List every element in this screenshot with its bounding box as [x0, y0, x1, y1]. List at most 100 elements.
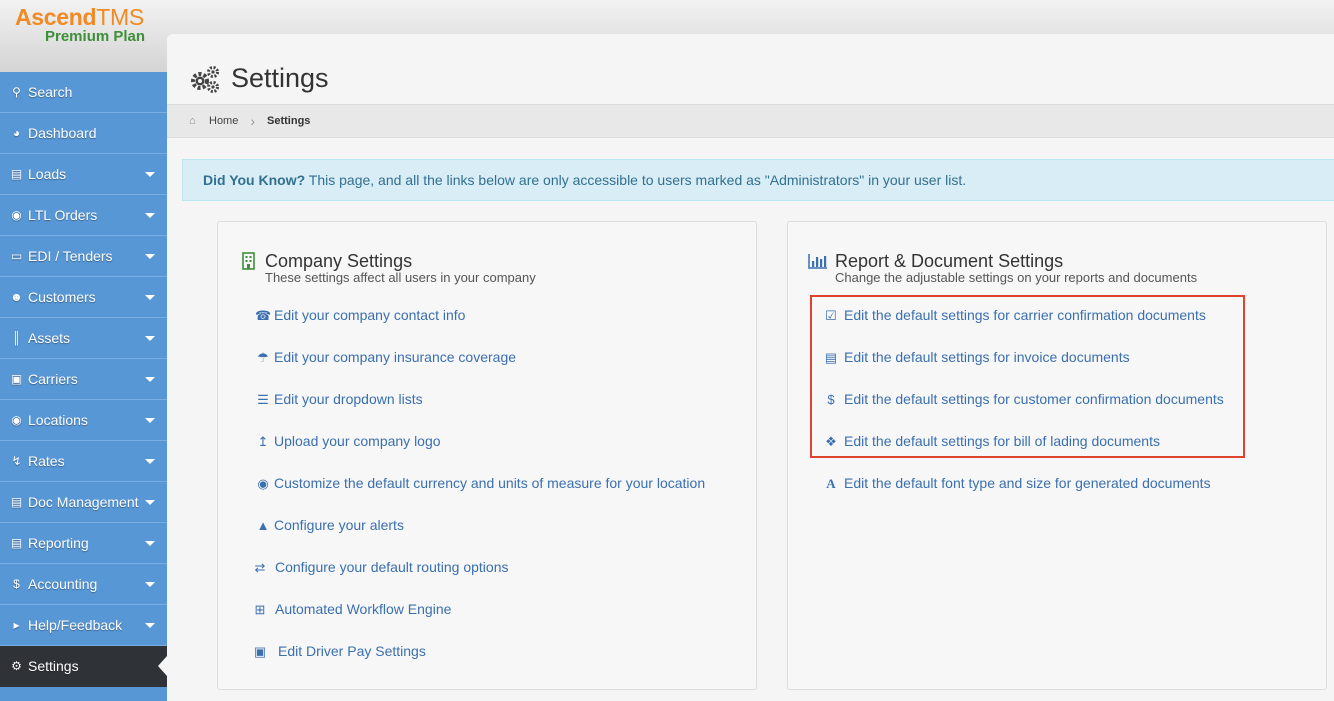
company-settings-title: Company Settings — [265, 251, 413, 271]
sidebar-item-label: EDI / Tenders — [28, 248, 113, 264]
report-settings-subtitle: Change the adjustable settings on your r… — [835, 270, 1198, 285]
search-icon: ⚲ — [12, 85, 21, 99]
sidebar-item-label: Search — [28, 84, 73, 100]
sidebar-item-search[interactable]: ⚲ Search — [0, 72, 167, 113]
link-insurance-coverage[interactable]: ☂ Edit your company insurance coverage — [255, 349, 516, 365]
report-document-settings-panel: Report & Document Settings Change the ad… — [787, 221, 1327, 690]
sidebar-item-label: Dashboard — [28, 125, 97, 141]
font-icon: A — [826, 476, 836, 491]
logo[interactable]: AscendTMS Premium Plan — [0, 0, 167, 72]
sidebar-item-rates[interactable]: ↯ Rates — [0, 441, 167, 482]
chevron-down-icon — [145, 254, 155, 259]
home-icon: ⌂ — [189, 115, 196, 127]
alert-text: This page, and all the links below are o… — [308, 172, 967, 188]
sidebar-item-dashboard[interactable]: ◕ Dashboard — [0, 113, 167, 154]
chevron-down-icon — [145, 623, 155, 628]
link-workflow-engine[interactable]: ⊞ Automated Workflow Engine — [251, 601, 452, 617]
chevron-down-icon — [145, 377, 155, 382]
sidebar-item-customers[interactable]: ☻ Customers — [0, 277, 167, 318]
sidebar-item-doc-management[interactable]: ▤ Doc Management — [0, 482, 167, 523]
dollar-icon: $ — [13, 577, 20, 591]
logo-plan: Premium Plan — [45, 28, 146, 45]
chevron-down-icon — [145, 213, 155, 218]
link-invoice-documents[interactable]: ▤ Edit the default settings for invoice d… — [823, 349, 1130, 365]
sidebar-item-label: Help/Feedback — [28, 617, 123, 633]
chevron-down-icon — [145, 418, 155, 423]
chevron-down-icon — [145, 459, 155, 464]
sidebar-item-label: Rates — [28, 453, 65, 469]
sidebar: ⚲ Search ◕ Dashboard ▤ Loads ◉ LTL Orders ▭ E… — [0, 72, 167, 701]
globe-icon: ◉ — [257, 476, 269, 491]
chevron-right-icon: › — [250, 113, 256, 129]
sidebar-item-label: Assets — [28, 330, 71, 346]
bell-icon: ▲ — [256, 518, 270, 533]
company-settings-panel: Company Settings These settings affect a… — [217, 221, 757, 690]
chevron-down-icon — [145, 336, 155, 341]
page-header: Settings — [167, 34, 1334, 104]
sidebar-item-label: Locations — [28, 412, 88, 428]
sidebar-item-accounting[interactable]: $ Accounting — [0, 564, 167, 605]
sidebar-item-label: Reporting — [28, 535, 89, 551]
link-driver-pay[interactable]: ▣ Edit Driver Pay Settings — [251, 643, 426, 659]
sidebar-item-edi-tenders[interactable]: ▭ EDI / Tenders — [0, 236, 167, 277]
sidebar-item-label: Doc Management — [28, 494, 139, 510]
sidebar-item-help-feedback[interactable]: ▸ Help/Feedback — [0, 605, 167, 646]
building-icon — [242, 252, 255, 270]
dollar-icon: $ — [827, 392, 835, 407]
alert-bold: Did You Know? — [203, 172, 306, 188]
gears-icon — [191, 66, 219, 93]
chevron-down-icon — [145, 582, 155, 587]
loads-icon: ▤ — [10, 167, 23, 181]
chevron-down-icon — [145, 172, 155, 177]
chevron-down-icon — [145, 500, 155, 505]
link-carrier-confirmation[interactable]: ☑ Edit the default settings for carrier c… — [823, 307, 1206, 323]
sidebar-item-locations[interactable]: ◉ Locations — [0, 400, 167, 441]
breadcrumb-home[interactable]: Home — [209, 115, 238, 127]
ltl-icon: ◉ — [11, 208, 22, 222]
link-routing-options[interactable]: ⇄ Configure your default routing options — [251, 559, 509, 575]
link-currency-units[interactable]: ◉ Customize the default currency and unit… — [255, 475, 705, 491]
link-font-type-size[interactable]: A Edit the default font type and size for… — [823, 475, 1210, 491]
dropbox-icon: ❖ — [825, 434, 837, 449]
chevron-down-icon — [145, 541, 155, 546]
sidebar-item-label: LTL Orders — [28, 207, 98, 223]
megaphone-icon: ▸ — [13, 618, 20, 632]
document-icon: ▤ — [10, 495, 23, 509]
gears-icon: ⚙ — [11, 659, 22, 673]
logo-brand: AscendTMS — [15, 4, 144, 30]
phone-icon: ☎ — [255, 308, 272, 323]
sidebar-item-label: Loads — [28, 166, 67, 182]
workflow-icon: ⊞ — [254, 602, 266, 617]
breadcrumb: ⌂ Home › Settings — [167, 104, 1334, 138]
link-customer-confirmation[interactable]: $ Edit the default settings for customer … — [823, 391, 1223, 407]
sidebar-item-label: Carriers — [28, 371, 78, 387]
sidebar-item-label: Customers — [28, 289, 96, 305]
edi-icon: ▭ — [10, 249, 23, 263]
money-icon: ▣ — [253, 644, 267, 659]
barcode-icon: ║ — [12, 331, 21, 345]
sidebar-item-carriers[interactable]: ▣ Carriers — [0, 359, 167, 400]
page-title: Settings — [231, 63, 329, 93]
report-settings-title: Report & Document Settings — [835, 251, 1064, 271]
link-upload-logo[interactable]: ↥ Upload your company logo — [255, 433, 441, 449]
customers-icon: ☻ — [10, 290, 23, 304]
sidebar-item-loads[interactable]: ▤ Loads — [0, 154, 167, 195]
sidebar-item-assets[interactable]: ║ Assets — [0, 318, 167, 359]
link-contact-info[interactable]: ☎ Edit your company contact info — [255, 307, 465, 323]
sidebar-item-settings[interactable]: ⚙ Settings — [0, 646, 167, 687]
truck-icon: ▣ — [10, 372, 23, 386]
random-icon: ⇄ — [254, 560, 266, 575]
link-bill-of-lading[interactable]: ❖ Edit the default settings for bill of l… — [823, 433, 1160, 449]
link-configure-alerts[interactable]: ▲ Configure your alerts — [255, 517, 404, 533]
sidebar-item-label: Accounting — [28, 576, 98, 592]
map-marker-icon: ◉ — [11, 413, 22, 427]
did-you-know-alert: Did You Know? This page, and all the lin… — [182, 159, 1334, 201]
link-dropdown-lists[interactable]: ☰ Edit your dropdown lists — [255, 391, 422, 407]
sidebar-item-reporting[interactable]: ▤ Reporting — [0, 523, 167, 564]
upload-icon: ↥ — [257, 434, 269, 449]
company-settings-subtitle: These settings affect all users in your … — [265, 270, 536, 285]
main-content: Settings ⌂ Home › Settings Did You Know?… — [167, 34, 1334, 701]
sidebar-item-ltl-orders[interactable]: ◉ LTL Orders — [0, 195, 167, 236]
chevron-down-icon — [145, 295, 155, 300]
list-icon: ☰ — [257, 392, 269, 407]
